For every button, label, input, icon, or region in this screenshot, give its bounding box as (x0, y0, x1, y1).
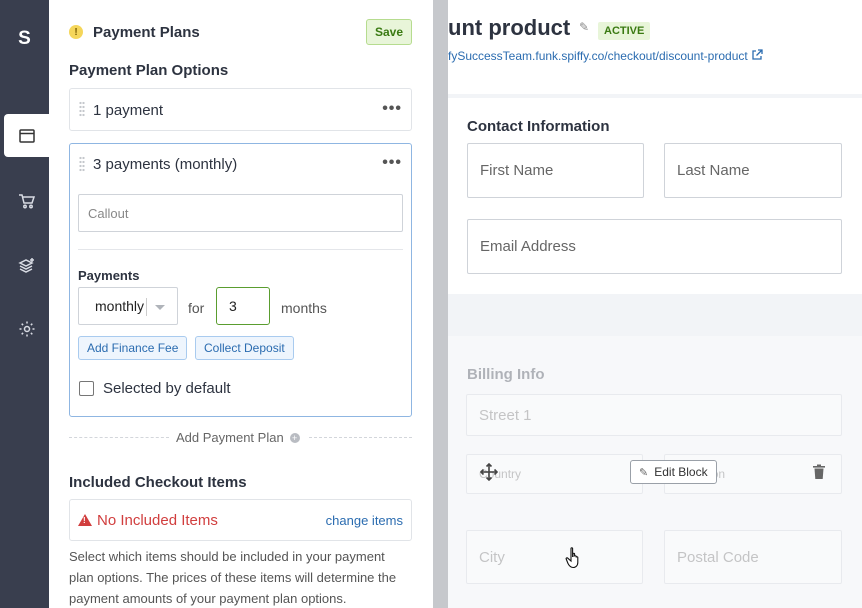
plus-icon: + (289, 432, 300, 443)
add-payment-plan-button[interactable]: Add Payment Plan + (69, 429, 412, 447)
dashed-line (309, 437, 412, 438)
add-plan-label: Add Payment Plan (176, 430, 284, 445)
add-payment-plan-text: Add Payment Plan + (176, 430, 300, 445)
divider (78, 249, 403, 250)
frequency-select[interactable]: monthly (78, 287, 178, 325)
stack-plus-icon (17, 257, 34, 273)
nav-rail: S (0, 0, 49, 608)
city-field[interactable]: City (466, 530, 643, 584)
panel-title: Payment Plans (93, 23, 200, 41)
checkout-icon (18, 128, 35, 143)
no-items-label: No Included Items (97, 511, 218, 529)
nav-item-checkouts[interactable] (4, 114, 49, 157)
block-toolbar: ✎ Edit Block (466, 454, 846, 490)
included-items-title: Included Checkout Items (69, 474, 247, 491)
chevron-down-icon (155, 305, 165, 310)
drag-handle-icon[interactable] (79, 101, 85, 117)
frequency-value: monthly (95, 298, 145, 314)
plan-label: 3 payments (monthly) (93, 156, 238, 173)
months-label: months (281, 300, 327, 316)
plan-card-2[interactable]: 3 payments (monthly) ••• Payments monthl… (69, 143, 412, 417)
email-field[interactable]: Email Address (467, 219, 842, 274)
plan-label: 1 payment (93, 102, 164, 119)
contact-title: Contact Information (467, 118, 610, 135)
callout-input[interactable] (78, 194, 403, 232)
first-name-field[interactable]: First Name (467, 143, 644, 198)
preview-header: unt product ✎ ACTIVE fySuccessTeam.funk.… (448, 0, 862, 94)
checkout-preview: unt product ✎ ACTIVE fySuccessTeam.funk.… (448, 0, 862, 608)
select-separator (146, 298, 147, 316)
payment-count-input[interactable] (216, 287, 270, 325)
nav-item-settings[interactable] (4, 307, 49, 350)
status-badge: ACTIVE (598, 22, 651, 40)
alert-triangle-icon (78, 514, 92, 526)
product-title: unt product (448, 15, 571, 40)
add-finance-fee-button[interactable]: Add Finance Fee (78, 336, 188, 360)
gear-icon (19, 321, 34, 336)
help-text: Select which items should be included in… (69, 549, 397, 606)
pencil-icon[interactable]: ✎ (579, 20, 591, 34)
app-logo[interactable]: S (0, 28, 49, 50)
move-icon[interactable] (480, 463, 498, 481)
street-field[interactable]: Street 1 (466, 394, 842, 436)
nav-item-cart[interactable] (4, 179, 49, 222)
dashed-line (69, 437, 169, 438)
more-options-icon[interactable]: ••• (382, 154, 402, 172)
collect-deposit-button[interactable]: Collect Deposit (195, 336, 294, 360)
payments-label: Payments (78, 268, 140, 283)
drag-handle-icon[interactable] (79, 156, 85, 172)
external-link-icon[interactable] (751, 49, 763, 61)
cart-icon (18, 193, 35, 208)
for-label: for (188, 300, 205, 316)
payment-plans-panel: ! Payment Plans Save Payment Plan Option… (49, 0, 433, 608)
postal-code-field[interactable]: Postal Code (664, 530, 842, 584)
save-button[interactable]: Save (365, 19, 412, 45)
change-items-link[interactable]: change items (326, 513, 403, 528)
selected-default-checkbox[interactable] (79, 381, 94, 396)
pencil-icon: ✎ (639, 466, 649, 479)
billing-title: Billing Info (467, 366, 545, 383)
edit-block-button[interactable]: ✎ Edit Block (630, 460, 717, 484)
more-options-icon[interactable]: ••• (382, 100, 402, 118)
panel-header: ! Payment Plans Save (69, 19, 412, 45)
last-name-field[interactable]: Last Name (664, 143, 842, 198)
trash-icon[interactable] (812, 464, 826, 480)
product-url-link[interactable]: fySuccessTeam.funk.spiffy.co/checkout/di… (448, 49, 748, 63)
selected-default-label: Selected by default (103, 380, 231, 397)
contact-info-block: Contact Information First Name Last Name… (448, 98, 862, 294)
hand-cursor-icon (565, 547, 579, 569)
plan-options-title: Payment Plan Options (69, 62, 229, 79)
selected-default-row[interactable]: Selected by default (79, 380, 231, 397)
plan-card-1[interactable]: 1 payment ••• (69, 88, 412, 131)
edit-block-label: Edit Block (654, 465, 708, 479)
panel-scrollbar[interactable] (433, 0, 448, 608)
nav-item-layers[interactable] (4, 244, 49, 287)
warning-icon: ! (69, 25, 83, 39)
included-items-card: No Included Items change items (69, 499, 412, 541)
